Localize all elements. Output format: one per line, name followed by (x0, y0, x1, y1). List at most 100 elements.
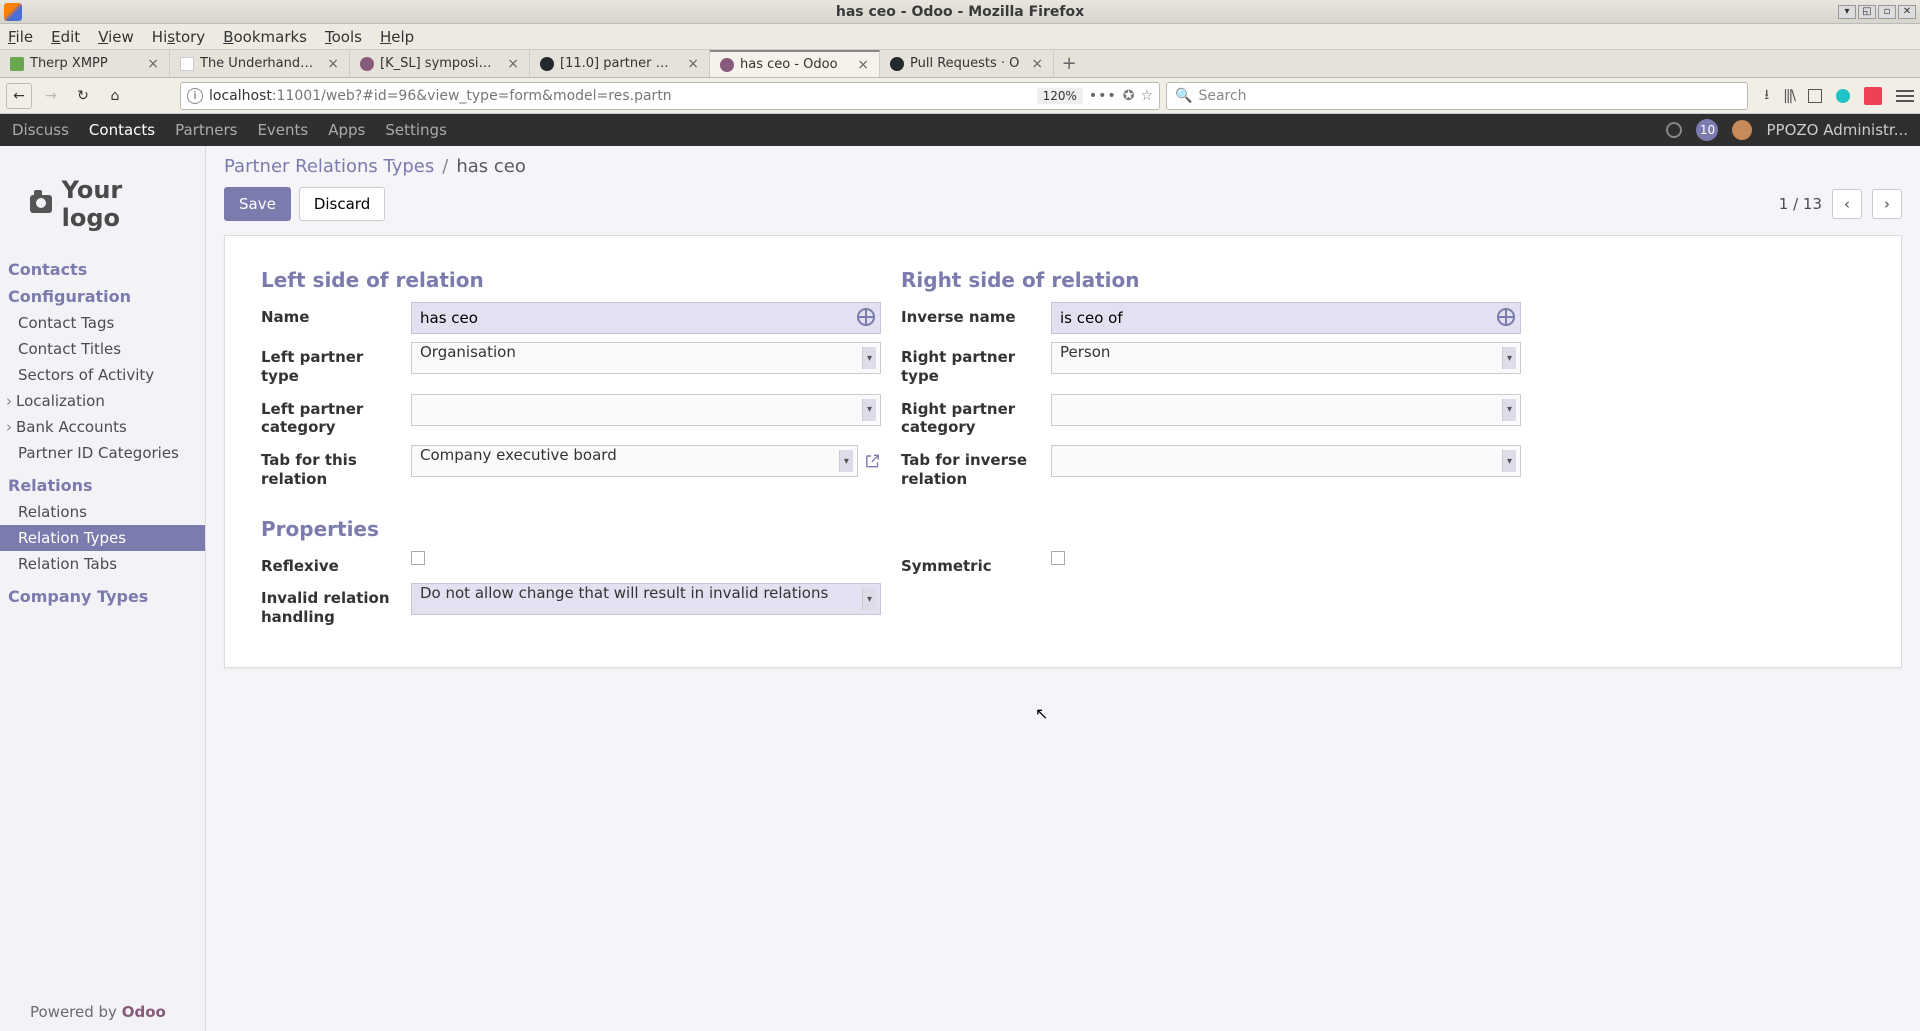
left-partner-type-select[interactable]: Organisation▾ (411, 342, 881, 374)
menu-file[interactable]: File (8, 28, 33, 46)
window-close-button[interactable]: ✕ (1898, 5, 1916, 19)
nav-back-button[interactable]: ← (6, 83, 32, 109)
tab-close-icon[interactable]: × (851, 57, 869, 73)
window-min-button[interactable]: ▾ (1838, 5, 1856, 19)
sidebar-toggle-icon[interactable] (1808, 89, 1822, 103)
content-area: Partner Relations Types / has ceo Save D… (206, 146, 1920, 1031)
symmetric-checkbox[interactable] (1051, 551, 1065, 565)
camera-icon (30, 195, 52, 213)
menu-tools[interactable]: Tools (325, 28, 362, 46)
user-avatar-icon[interactable] (1732, 120, 1752, 140)
invalid-handling-select[interactable]: Do not allow change that will result in … (411, 583, 881, 615)
menu-hamburger-icon[interactable] (1896, 87, 1914, 105)
new-tab-button[interactable]: + (1054, 50, 1084, 77)
tab-ksl-symposium[interactable]: [K_SL] symposium × (350, 50, 530, 77)
tab-therp-xmpp[interactable]: Therp XMPP × (0, 50, 170, 77)
sidebar-item-localization[interactable]: Localization (0, 388, 205, 414)
window-restore-button[interactable]: ◱ (1858, 5, 1876, 19)
sidebar-item-partner-id-categories[interactable]: Partner ID Categories (0, 440, 205, 466)
menu-bookmarks[interactable]: Bookmarks (223, 28, 307, 46)
tab-partner-mu[interactable]: [11.0] partner mu × (530, 50, 710, 77)
window-max-button[interactable]: ▫ (1878, 5, 1896, 19)
menu-help[interactable]: Help (380, 28, 414, 46)
tab-close-icon[interactable]: × (681, 56, 699, 72)
save-button[interactable]: Save (224, 187, 291, 221)
downloads-icon[interactable]: ⭳ (1764, 84, 1769, 108)
favicon-blank-icon (180, 57, 194, 71)
sidebar-item-relation-tabs[interactable]: Relation Tabs (0, 551, 205, 577)
tab-close-icon[interactable]: × (501, 56, 519, 72)
sidebar-sec-contacts[interactable]: Contacts (0, 256, 205, 283)
favicon-odoo-icon (360, 57, 374, 71)
left-partner-category-label: Left partner category (261, 394, 411, 438)
tab-for-relation-select[interactable]: Company executive board▾ (411, 445, 858, 477)
reflexive-checkbox[interactable] (411, 551, 425, 565)
right-partner-type-select[interactable]: Person▾ (1051, 342, 1521, 374)
external-link-icon[interactable] (864, 452, 881, 470)
browser-navbar: ← → ↻ ⌂ i localhost:11001/web?#id=96&vie… (0, 78, 1920, 114)
pager-next-button[interactable]: › (1872, 189, 1902, 219)
tab-pull-requests[interactable]: Pull Requests · O × (880, 50, 1054, 77)
activities-clock-icon[interactable] (1666, 122, 1682, 138)
tab-has-ceo[interactable]: has ceo - Odoo × (710, 50, 880, 77)
menu-view[interactable]: View (98, 28, 134, 46)
nav-reload-button[interactable]: ↻ (70, 83, 96, 109)
sidebar-item-contact-tags[interactable]: Contact Tags (0, 310, 205, 336)
sidebar-sec-relations[interactable]: Relations (0, 472, 205, 499)
tab-underhanded[interactable]: The Underhanded C × (170, 50, 350, 77)
breadcrumb: Partner Relations Types / has ceo (206, 146, 1920, 181)
tab-for-inverse-label: Tab for inverse relation (901, 445, 1051, 489)
library-icon[interactable]: |||\ (1783, 88, 1794, 104)
topmenu-contacts[interactable]: Contacts (89, 121, 155, 139)
extension-icon[interactable] (1836, 89, 1850, 103)
logo[interactable]: Your logo (0, 176, 205, 256)
topmenu-apps[interactable]: Apps (328, 121, 365, 139)
topmenu-discuss[interactable]: Discuss (12, 121, 69, 139)
right-title: Right side of relation (901, 268, 1521, 292)
sidebar-item-relation-types[interactable]: Relation Types (0, 525, 205, 551)
sidebar-sec-configuration[interactable]: Configuration (0, 283, 205, 310)
control-panel: Save Discard 1 / 13 ‹ › (206, 181, 1920, 235)
nav-home-button[interactable]: ⌂ (102, 83, 128, 109)
tab-close-icon[interactable]: × (1025, 56, 1043, 72)
pager-prev-button[interactable]: ‹ (1832, 189, 1862, 219)
search-box[interactable]: 🔍 Search (1166, 82, 1748, 110)
translate-icon[interactable] (1497, 308, 1515, 326)
favicon-github-icon (890, 57, 904, 71)
sidebar-item-bank-accounts[interactable]: Bank Accounts (0, 414, 205, 440)
right-relation-group: Right side of relation Inverse name Righ… (901, 268, 1521, 497)
page-actions-icon[interactable]: ••• (1089, 88, 1117, 104)
url-bar[interactable]: i localhost:11001/web?#id=96&view_type=f… (180, 82, 1160, 110)
sidebar-item-contact-titles[interactable]: Contact Titles (0, 336, 205, 362)
right-partner-category-select[interactable]: ▾ (1051, 394, 1521, 426)
discard-button[interactable]: Discard (299, 187, 385, 221)
caret-down-icon: ▾ (862, 399, 876, 421)
tab-label: has ceo - Odoo (740, 57, 838, 72)
tab-close-icon[interactable]: × (141, 56, 159, 72)
nav-forward-button[interactable]: → (38, 83, 64, 109)
left-partner-category-select[interactable]: ▾ (411, 394, 881, 426)
menu-edit[interactable]: Edit (51, 28, 80, 46)
topmenu-settings[interactable]: Settings (385, 121, 447, 139)
sidebar-item-relations[interactable]: Relations (0, 499, 205, 525)
tab-close-icon[interactable]: × (321, 56, 339, 72)
site-info-icon[interactable]: i (187, 88, 203, 104)
inverse-name-input[interactable] (1051, 302, 1521, 334)
tab-for-inverse-select[interactable]: ▾ (1051, 445, 1521, 477)
messaging-badge[interactable]: 10 (1696, 119, 1718, 141)
menu-history[interactable]: History (152, 28, 205, 46)
pocket-icon[interactable] (1864, 87, 1882, 105)
translate-icon[interactable] (857, 308, 875, 326)
zoom-indicator[interactable]: 120% (1037, 88, 1083, 104)
name-input[interactable] (411, 302, 881, 334)
bookmark-star-icon[interactable]: ☆ (1140, 88, 1153, 104)
pager: 1 / 13 ‹ › (1779, 189, 1902, 219)
topmenu-events[interactable]: Events (257, 121, 308, 139)
topmenu-partners[interactable]: Partners (175, 121, 237, 139)
reader-icon[interactable]: ✪ (1123, 88, 1135, 104)
user-name[interactable]: PPOZO Administr... (1766, 121, 1908, 139)
sidebar-sec-company-types[interactable]: Company Types (0, 583, 205, 610)
sidebar-item-sectors[interactable]: Sectors of Activity (0, 362, 205, 388)
breadcrumb-parent[interactable]: Partner Relations Types (224, 156, 434, 177)
right-partner-category-label: Right partner category (901, 394, 1051, 438)
